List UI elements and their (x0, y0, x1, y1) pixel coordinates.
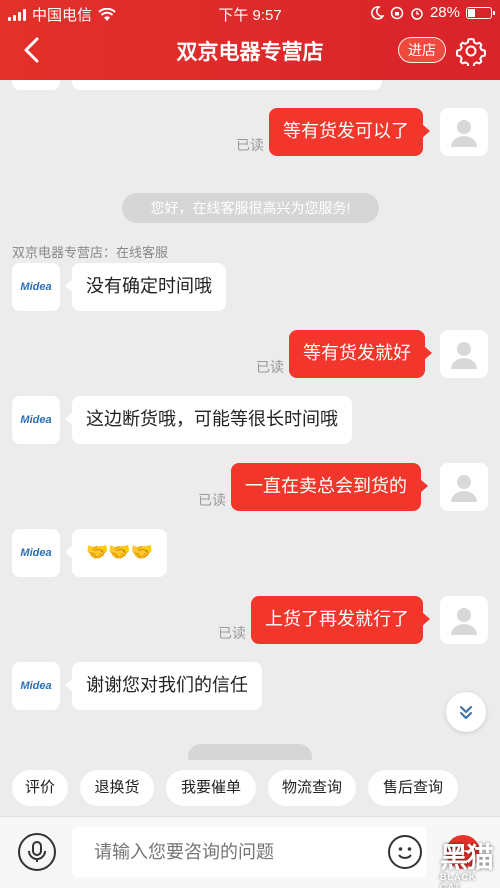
read-status: 已读 (198, 492, 226, 508)
quick-reply-logistics[interactable]: 物流查询 (268, 770, 356, 806)
chat-area[interactable]: 已读 等有货发可以了 您好，在线客服很高兴为您服务! 双京电器专营店：在线客服 … (0, 80, 500, 760)
user-avatar (440, 330, 488, 378)
quick-reply-return[interactable]: 退换货 (80, 770, 154, 806)
quick-reply-aftersales[interactable]: 售后查询 (368, 770, 458, 806)
user-avatar (440, 596, 488, 644)
shop-avatar: Midea (12, 529, 60, 577)
user-icon (451, 608, 477, 635)
shop-message-bubble[interactable]: 🤝🤝🤝 (64, 529, 168, 577)
status-bar: 中国电信 下午 9:57 28% (0, 0, 500, 26)
user-avatar (440, 108, 488, 156)
watermark-logo: 黑猫 BLACK CAT (420, 836, 500, 888)
shop-message-bubble[interactable]: 谢谢您对我们的信任 (65, 662, 262, 710)
sender-label: 双京电器专营店：在线客服 (12, 245, 169, 260)
user-icon (451, 342, 477, 369)
gear-icon[interactable] (456, 36, 486, 66)
smiley-icon (398, 847, 412, 859)
scroll-to-bottom-button[interactable] (446, 692, 486, 732)
my-message-bubble[interactable]: 等有货发可以了 (269, 108, 430, 156)
my-message-bubble[interactable]: 等有货发就好 (289, 330, 432, 378)
battery-percent: 28% (429, 4, 460, 21)
read-status: 已读 (256, 359, 284, 375)
shop-avatar: Midea (12, 263, 60, 311)
quick-reply-urge[interactable]: 我要催单 (166, 770, 256, 806)
alarm-icon (411, 7, 423, 20)
moon-icon (371, 5, 384, 20)
message-bubble-cutoff (72, 80, 382, 90)
app-header: 中国电信 下午 9:57 28% 双京电器专营店 进店 (0, 0, 500, 80)
read-status: 已读 (218, 625, 246, 641)
quick-reply-review[interactable]: 评价 (12, 770, 68, 806)
battery-icon (466, 6, 495, 19)
double-chevron-down-icon (460, 706, 472, 719)
shop-message-bubble[interactable]: 没有确定时间哦 (65, 263, 226, 311)
shop-avatar: Midea (12, 662, 60, 710)
shop-message-bubble[interactable]: 这边断货哦，可能等很长时间哦 (65, 396, 352, 444)
emoji-button[interactable] (388, 835, 422, 869)
midea-logo: Midea (20, 281, 52, 293)
watermark-text: 黑猫 (440, 842, 494, 873)
user-icon (451, 120, 477, 147)
midea-logo: Midea (20, 414, 52, 426)
date-divider (188, 744, 312, 760)
rotation-lock-icon (390, 6, 404, 19)
midea-logo: Midea (20, 547, 52, 559)
system-message: 您好，在线客服很高兴为您服务! (122, 193, 379, 223)
my-message-bubble[interactable]: 一直在卖总会到货的 (231, 463, 428, 511)
shop-avatar (12, 80, 60, 90)
my-message-bubble[interactable]: 上货了再发就行了 (251, 596, 430, 644)
user-avatar (440, 463, 488, 511)
midea-logo: Midea (20, 680, 52, 692)
voice-button[interactable] (18, 833, 56, 871)
user-icon (451, 475, 477, 502)
enter-shop-button[interactable]: 进店 (398, 37, 446, 63)
shop-avatar: Midea (12, 396, 60, 444)
watermark-subtext: BLACK CAT (440, 872, 477, 888)
quick-reply-bar: 评价 退换货 我要催单 物流查询 售后查询 (0, 760, 500, 816)
message-input[interactable] (72, 827, 426, 877)
microphone-icon (28, 841, 46, 862)
read-status: 已读 (236, 137, 264, 153)
